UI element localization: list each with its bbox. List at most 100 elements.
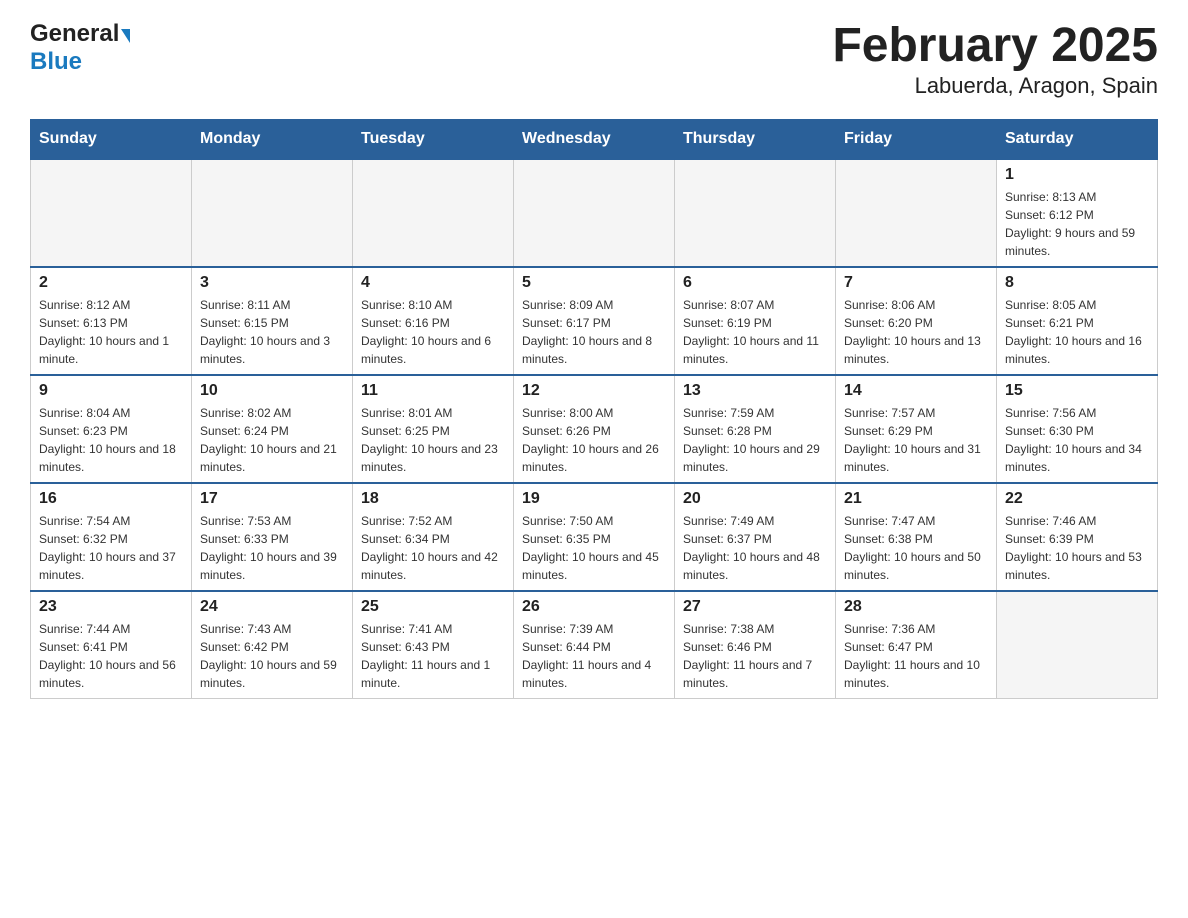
day-number: 10 — [200, 382, 344, 400]
calendar-day-cell: 16 Sunrise: 7:54 AM Sunset: 6:32 PM Dayli… — [31, 483, 192, 591]
calendar-day-cell: 4 Sunrise: 8:10 AM Sunset: 6:16 PM Daylig… — [353, 267, 514, 375]
calendar-day-cell: 23 Sunrise: 7:44 AM Sunset: 6:41 PM Dayli… — [31, 591, 192, 699]
logo-blue: Blue — [30, 48, 130, 76]
calendar-day-cell: 13 Sunrise: 7:59 AM Sunset: 6:28 PM Dayli… — [675, 375, 836, 483]
calendar-day-cell: 17Sunrise: 7:53 AM Sunset: 6:33 PM Dayli… — [192, 483, 353, 591]
day-info: Sunrise: 7:36 AM Sunset: 6:47 PM Dayligh… — [844, 620, 988, 692]
day-number: 8 — [1005, 274, 1149, 292]
day-info: Sunrise: 7:49 AM Sunset: 6:37 PM Dayligh… — [683, 512, 827, 584]
day-number: 23 — [39, 598, 183, 616]
day-info: Sunrise: 7:57 AM Sunset: 6:29 PM Dayligh… — [844, 404, 988, 476]
calendar-day-cell: 10 Sunrise: 8:02 AM Sunset: 6:24 PM Dayli… — [192, 375, 353, 483]
day-info: Sunrise: 8:09 AM Sunset: 6:17 PM Dayligh… — [522, 296, 666, 368]
day-number: 5 — [522, 274, 666, 292]
calendar-day-cell: 6Sunrise: 8:07 AM Sunset: 6:19 PM Daylig… — [675, 267, 836, 375]
day-number: 7 — [844, 274, 988, 292]
logo-arrow-icon — [121, 29, 130, 43]
day-number: 18 — [361, 490, 505, 508]
logo-general: General — [30, 20, 130, 48]
calendar-day-cell — [353, 159, 514, 267]
day-info: Sunrise: 8:00 AM Sunset: 6:26 PM Dayligh… — [522, 404, 666, 476]
calendar-day-cell: 28 Sunrise: 7:36 AM Sunset: 6:47 PM Dayli… — [836, 591, 997, 699]
day-number: 25 — [361, 598, 505, 616]
calendar-day-cell: 24 Sunrise: 7:43 AM Sunset: 6:42 PM Dayli… — [192, 591, 353, 699]
day-info: Sunrise: 7:53 AM Sunset: 6:33 PM Dayligh… — [200, 512, 344, 584]
calendar-week-row: 1Sunrise: 8:13 AM Sunset: 6:12 PM Daylig… — [31, 159, 1158, 267]
calendar-week-row: 9 Sunrise: 8:04 AM Sunset: 6:23 PM Daylig… — [31, 375, 1158, 483]
calendar-day-cell: 3Sunrise: 8:11 AM Sunset: 6:15 PM Daylig… — [192, 267, 353, 375]
day-info: Sunrise: 8:05 AM Sunset: 6:21 PM Dayligh… — [1005, 296, 1149, 368]
day-number: 3 — [200, 274, 344, 292]
day-info: Sunrise: 7:56 AM Sunset: 6:30 PM Dayligh… — [1005, 404, 1149, 476]
calendar-day-cell: 26 Sunrise: 7:39 AM Sunset: 6:44 PM Dayli… — [514, 591, 675, 699]
day-number: 20 — [683, 490, 827, 508]
title-block: February 2025 Labuerda, Aragon, Spain — [832, 20, 1158, 99]
calendar-title: February 2025 — [832, 20, 1158, 73]
calendar-table: SundayMondayTuesdayWednesdayThursdayFrid… — [30, 119, 1158, 699]
calendar-week-row: 16 Sunrise: 7:54 AM Sunset: 6:32 PM Dayli… — [31, 483, 1158, 591]
calendar-day-cell: 8 Sunrise: 8:05 AM Sunset: 6:21 PM Daylig… — [997, 267, 1158, 375]
day-info: Sunrise: 7:54 AM Sunset: 6:32 PM Dayligh… — [39, 512, 183, 584]
day-number: 24 — [200, 598, 344, 616]
day-info: Sunrise: 8:01 AM Sunset: 6:25 PM Dayligh… — [361, 404, 505, 476]
calendar-day-cell — [514, 159, 675, 267]
calendar-subtitle: Labuerda, Aragon, Spain — [832, 73, 1158, 99]
day-number: 15 — [1005, 382, 1149, 400]
calendar-day-cell — [192, 159, 353, 267]
calendar-day-cell — [836, 159, 997, 267]
day-info: Sunrise: 7:46 AM Sunset: 6:39 PM Dayligh… — [1005, 512, 1149, 584]
day-info: Sunrise: 7:43 AM Sunset: 6:42 PM Dayligh… — [200, 620, 344, 692]
day-info: Sunrise: 8:04 AM Sunset: 6:23 PM Dayligh… — [39, 404, 183, 476]
day-number: 26 — [522, 598, 666, 616]
day-number: 14 — [844, 382, 988, 400]
day-info: Sunrise: 7:59 AM Sunset: 6:28 PM Dayligh… — [683, 404, 827, 476]
day-info: Sunrise: 7:50 AM Sunset: 6:35 PM Dayligh… — [522, 512, 666, 584]
calendar-day-cell: 19Sunrise: 7:50 AM Sunset: 6:35 PM Dayli… — [514, 483, 675, 591]
calendar-day-cell: 15 Sunrise: 7:56 AM Sunset: 6:30 PM Dayli… — [997, 375, 1158, 483]
calendar-day-cell: 20 Sunrise: 7:49 AM Sunset: 6:37 PM Dayli… — [675, 483, 836, 591]
calendar-day-cell: 2 Sunrise: 8:12 AM Sunset: 6:13 PM Daylig… — [31, 267, 192, 375]
day-number: 12 — [522, 382, 666, 400]
day-info: Sunrise: 7:39 AM Sunset: 6:44 PM Dayligh… — [522, 620, 666, 692]
day-info: Sunrise: 8:12 AM Sunset: 6:13 PM Dayligh… — [39, 296, 183, 368]
calendar-day-cell — [31, 159, 192, 267]
day-number: 13 — [683, 382, 827, 400]
day-info: Sunrise: 8:02 AM Sunset: 6:24 PM Dayligh… — [200, 404, 344, 476]
day-of-week-header: Tuesday — [353, 119, 514, 159]
calendar-day-cell: 25 Sunrise: 7:41 AM Sunset: 6:43 PM Dayli… — [353, 591, 514, 699]
day-number: 22 — [1005, 490, 1149, 508]
calendar-day-cell: 27 Sunrise: 7:38 AM Sunset: 6:46 PM Dayli… — [675, 591, 836, 699]
calendar-day-cell: 12 Sunrise: 8:00 AM Sunset: 6:26 PM Dayli… — [514, 375, 675, 483]
day-number: 16 — [39, 490, 183, 508]
calendar-week-row: 2 Sunrise: 8:12 AM Sunset: 6:13 PM Daylig… — [31, 267, 1158, 375]
calendar-day-cell: 9 Sunrise: 8:04 AM Sunset: 6:23 PM Daylig… — [31, 375, 192, 483]
day-number: 28 — [844, 598, 988, 616]
day-info: Sunrise: 7:41 AM Sunset: 6:43 PM Dayligh… — [361, 620, 505, 692]
day-of-week-header: Saturday — [997, 119, 1158, 159]
day-number: 21 — [844, 490, 988, 508]
calendar-day-cell: 14 Sunrise: 7:57 AM Sunset: 6:29 PM Dayli… — [836, 375, 997, 483]
day-number: 9 — [39, 382, 183, 400]
day-of-week-header: Sunday — [31, 119, 192, 159]
day-info: Sunrise: 7:38 AM Sunset: 6:46 PM Dayligh… — [683, 620, 827, 692]
calendar-day-cell: 5 Sunrise: 8:09 AM Sunset: 6:17 PM Daylig… — [514, 267, 675, 375]
calendar-day-cell: 7 Sunrise: 8:06 AM Sunset: 6:20 PM Daylig… — [836, 267, 997, 375]
day-number: 27 — [683, 598, 827, 616]
calendar-header-row: SundayMondayTuesdayWednesdayThursdayFrid… — [31, 119, 1158, 159]
day-number: 6 — [683, 274, 827, 292]
page-header: General Blue February 2025 Labuerda, Ara… — [30, 20, 1158, 99]
day-number: 2 — [39, 274, 183, 292]
day-info: Sunrise: 7:52 AM Sunset: 6:34 PM Dayligh… — [361, 512, 505, 584]
day-info: Sunrise: 8:06 AM Sunset: 6:20 PM Dayligh… — [844, 296, 988, 368]
day-info: Sunrise: 8:10 AM Sunset: 6:16 PM Dayligh… — [361, 296, 505, 368]
calendar-day-cell — [997, 591, 1158, 699]
day-of-week-header: Wednesday — [514, 119, 675, 159]
day-number: 4 — [361, 274, 505, 292]
calendar-day-cell: 22 Sunrise: 7:46 AM Sunset: 6:39 PM Dayli… — [997, 483, 1158, 591]
calendar-week-row: 23 Sunrise: 7:44 AM Sunset: 6:41 PM Dayli… — [31, 591, 1158, 699]
day-info: Sunrise: 7:44 AM Sunset: 6:41 PM Dayligh… — [39, 620, 183, 692]
calendar-day-cell: 1Sunrise: 8:13 AM Sunset: 6:12 PM Daylig… — [997, 159, 1158, 267]
day-of-week-header: Friday — [836, 119, 997, 159]
calendar-day-cell: 18 Sunrise: 7:52 AM Sunset: 6:34 PM Dayli… — [353, 483, 514, 591]
day-number: 1 — [1005, 166, 1149, 184]
